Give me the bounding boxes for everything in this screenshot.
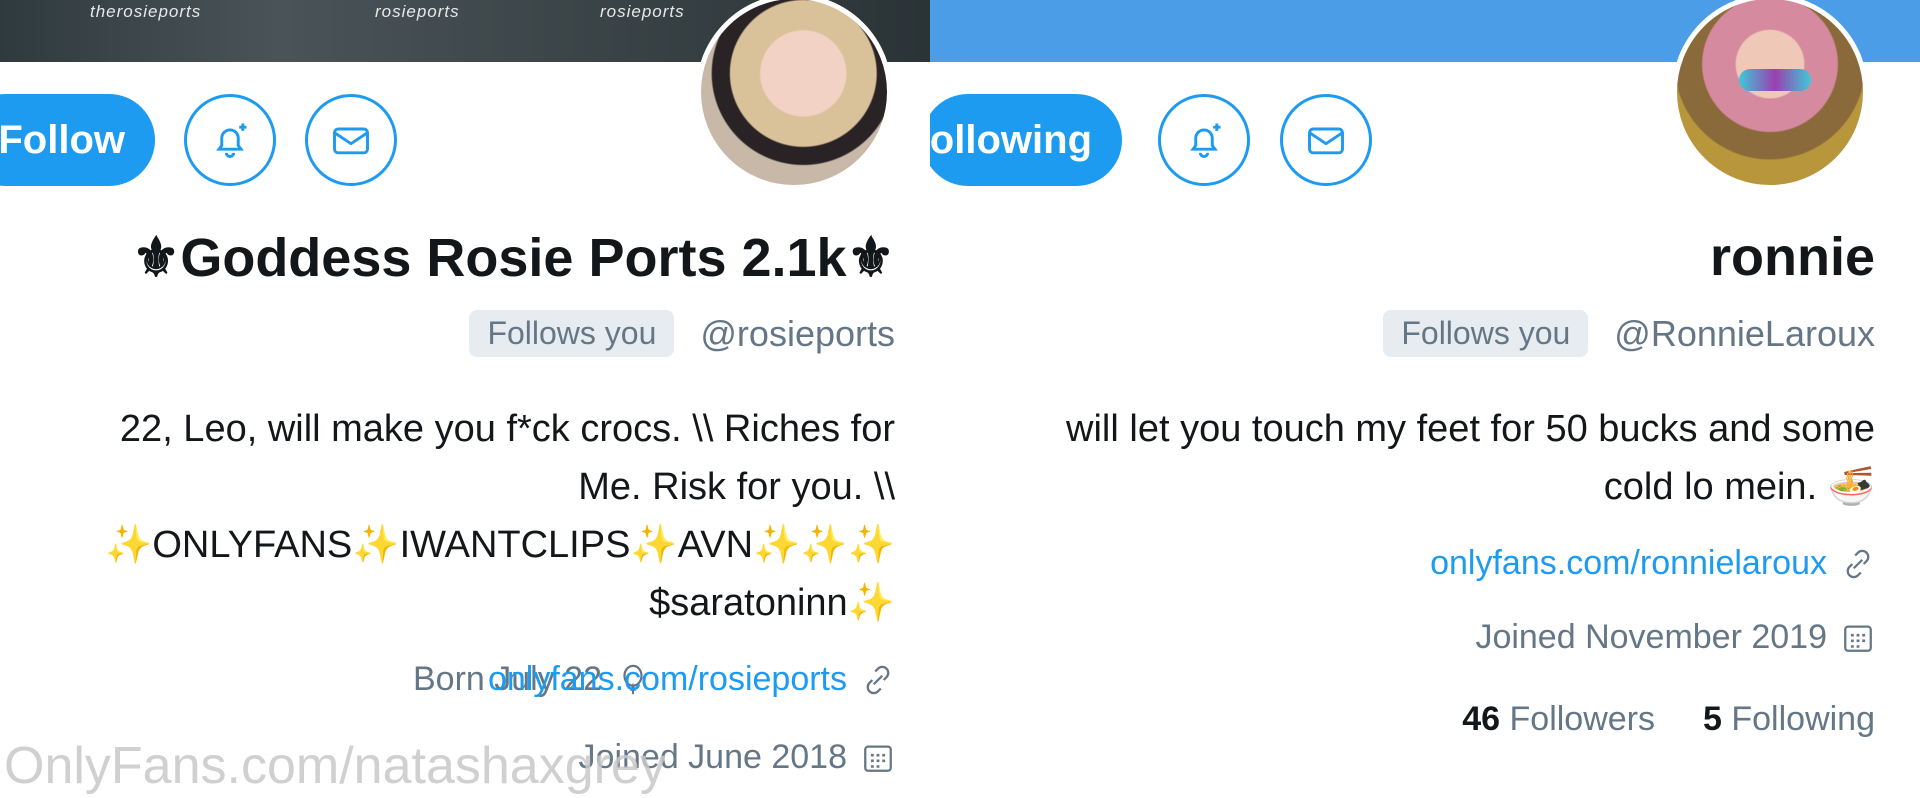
handle-row: Follows you @RonnieLaroux (1383, 310, 1875, 357)
joined-row: Joined November 2019 (1475, 618, 1875, 657)
follows-you-badge: Follows you (469, 310, 675, 357)
following-label: Following (1731, 700, 1875, 738)
bell-plus-icon (216, 123, 247, 158)
banner-text: therosieports (90, 2, 202, 21)
profile-name: ronnie (1709, 227, 1875, 287)
following-stat[interactable]: 5 Following (1703, 700, 1875, 739)
bio-line: $saratoninn✨ (649, 582, 895, 624)
followers-label: Followers (1509, 700, 1655, 738)
following-button-label: Following (930, 117, 1092, 162)
follow-stats-row: 46 Followers 5 Following (1462, 700, 1875, 739)
link-icon (1846, 549, 1870, 578)
bio-line: Me. Risk for you. \\ (578, 466, 895, 508)
message-button[interactable] (305, 94, 397, 186)
profile-handle: @rosieports (700, 312, 895, 354)
avatar[interactable] (1672, 0, 1868, 190)
calendar-icon (864, 745, 892, 772)
followers-count: 46 (1462, 700, 1501, 738)
follow-button[interactable]: Follow (0, 94, 155, 186)
website-link[interactable]: onlyfans.com/rosieports (488, 660, 847, 699)
bio-line: ✨ONLYFANS✨IWANTCLIPS✨AVN✨✨✨ (105, 524, 895, 566)
mail-icon (333, 127, 369, 155)
message-button[interactable] (1280, 94, 1372, 186)
website-link[interactable]: onlyfans.com/ronnielaroux (1430, 544, 1827, 583)
avatar[interactable] (696, 0, 892, 190)
following-count: 5 (1703, 700, 1722, 738)
following-button[interactable]: Following (930, 94, 1122, 186)
calendar-icon (1844, 625, 1872, 652)
bio-line: 22, Leo, will make you f*ck crocs. \\ Ri… (119, 408, 895, 450)
profile-bio: will let you touch my feet for 50 bucks … (1066, 400, 1875, 516)
banner-text: rosieports (600, 2, 685, 21)
profile-panel-rosie: therosieports rosieports rosieports Foll… (0, 0, 930, 798)
profile-bio: 22, Leo, will make you f*ck crocs. \\ Ri… (105, 400, 895, 632)
handle-row: Follows you @rosieports (469, 310, 895, 357)
website-row: onlyfans.com/rosieports (488, 660, 895, 699)
profile-handle: @RonnieLaroux (1614, 312, 1875, 354)
profile-name: ⚜Goddess Rosie Ports 2.1k⚜ (131, 228, 895, 288)
notify-button[interactable] (184, 94, 276, 186)
link-icon (866, 665, 890, 694)
notify-button[interactable] (1158, 94, 1250, 186)
bio-line: will let you touch my feet for 50 bucks … (1066, 408, 1875, 450)
bio-line: cold lo mein. 🍜 (1603, 466, 1875, 508)
watermark: OnlyFans.com/natashaxgrey (4, 737, 666, 795)
follow-button-label: Follow (0, 117, 125, 162)
followers-stat[interactable]: 46 Followers (1462, 700, 1655, 739)
joined-text: Joined November 2019 (1475, 618, 1827, 656)
sunglasses-graphic (1739, 69, 1811, 91)
website-row: onlyfans.com/ronnielaroux (1430, 544, 1875, 583)
banner-text: rosieports (375, 2, 460, 21)
profile-panel-ronnie: Following ronnie Follows you @RonnieLaro… (930, 0, 1920, 798)
mail-icon (1308, 127, 1344, 155)
bell-plus-icon (1190, 123, 1221, 158)
follows-you-badge: Follows you (1383, 310, 1589, 357)
